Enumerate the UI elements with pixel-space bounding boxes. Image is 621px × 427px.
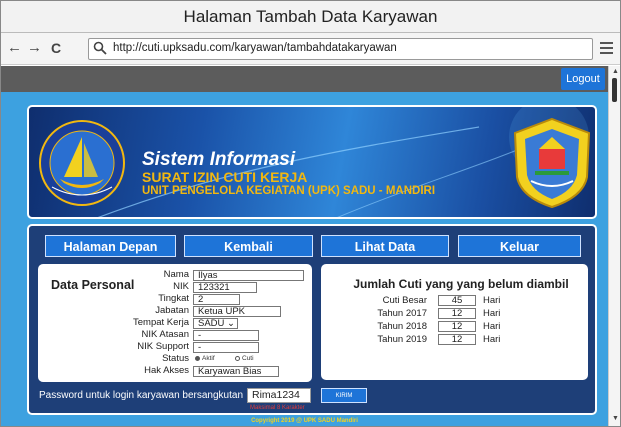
tahun-2019-unit: Hari bbox=[483, 334, 501, 345]
cuti-besar-unit: Hari bbox=[483, 295, 501, 306]
nik-label: NIK bbox=[173, 281, 189, 292]
nik-atasan-label: NIK Atasan bbox=[141, 329, 189, 340]
tahun-2018-label: Tahun 2018 bbox=[377, 321, 427, 332]
tahun-2018-unit: Hari bbox=[483, 321, 501, 332]
browser-toolbar: ← → C http://cuti.upksadu.com/karyawan/t… bbox=[1, 33, 620, 65]
radio-cuti-label: Cuti bbox=[242, 355, 254, 362]
kirim-button[interactable]: KIRIM bbox=[321, 388, 367, 403]
tingkat-field[interactable]: 2 bbox=[193, 294, 240, 305]
personal-data-title: Data Personal bbox=[51, 278, 135, 292]
url-text: http://cuti.upksadu.com/karyawan/tambahd… bbox=[113, 42, 397, 54]
sadu-mandiri-logo-icon bbox=[39, 120, 125, 206]
scroll-up-icon[interactable]: ▲ bbox=[612, 68, 619, 75]
tahun-2019-label: Tahun 2019 bbox=[377, 334, 427, 345]
radio-selected-icon bbox=[195, 355, 200, 361]
status-radio-cuti[interactable]: Cuti bbox=[235, 355, 254, 362]
tempat-kerja-select[interactable]: SADU ⌄ bbox=[193, 318, 238, 329]
hak-akses-field[interactable]: Karyawan Bias bbox=[193, 366, 279, 377]
window-title: Halaman Tambah Data Karyawan bbox=[1, 1, 620, 33]
password-label: Password untuk login karyawan bersangkut… bbox=[39, 390, 244, 401]
nama-label: Nama bbox=[163, 269, 189, 280]
password-field[interactable]: Rima1234 bbox=[247, 388, 311, 403]
footer-copyright: Copyright 2019 @ UPK SADU Mandiri bbox=[251, 418, 358, 424]
logout-button[interactable]: Logout bbox=[561, 68, 605, 90]
tahun-2017-field[interactable]: 12 bbox=[438, 308, 476, 319]
menu-icon[interactable] bbox=[600, 42, 613, 57]
cuti-besar-field[interactable]: 45 bbox=[438, 295, 476, 306]
cuti-besar-label: Cuti Besar bbox=[382, 295, 427, 306]
nama-field[interactable]: Ilyas bbox=[193, 270, 304, 281]
tahun-2017-label: Tahun 2017 bbox=[377, 308, 427, 319]
regency-emblem-icon bbox=[513, 117, 591, 209]
browser-window: Halaman Tambah Data Karyawan ← → C http:… bbox=[0, 0, 621, 427]
tempat-kerja-value: SADU bbox=[198, 318, 225, 329]
banner-subtitle: SURAT IZIN CUTI KERJA bbox=[142, 169, 308, 185]
tempat-kerja-label: Tempat Kerja bbox=[133, 317, 189, 328]
banner-org-name: UNIT PENGELOLA KEGIATAN (UPK) SADU - MAN… bbox=[142, 185, 436, 197]
status-label: Status bbox=[162, 353, 189, 364]
top-header-bar bbox=[1, 66, 608, 92]
jabatan-field[interactable]: Ketua UPK bbox=[193, 306, 281, 317]
search-icon bbox=[93, 41, 107, 55]
tahun-2019-field[interactable]: 12 bbox=[438, 334, 476, 345]
scroll-thumb[interactable] bbox=[612, 78, 617, 102]
nik-support-label: NIK Support bbox=[137, 341, 189, 352]
tab-lihat-data[interactable]: Lihat Data bbox=[321, 235, 449, 257]
tab-keluar[interactable]: Keluar bbox=[458, 235, 581, 257]
scrollbar[interactable]: ▲ ▼ bbox=[608, 66, 620, 426]
tahun-2017-unit: Hari bbox=[483, 308, 501, 319]
scroll-down-icon[interactable]: ▼ bbox=[612, 415, 619, 422]
banner-title: Sistem Informasi bbox=[142, 149, 296, 170]
nik-field[interactable]: 123321 bbox=[193, 282, 257, 293]
tab-kembali[interactable]: Kembali bbox=[184, 235, 313, 257]
tingkat-label: Tingkat bbox=[158, 293, 189, 304]
back-arrow-icon[interactable]: ← bbox=[7, 39, 22, 56]
radio-unselected-icon bbox=[235, 355, 240, 361]
status-radio-aktif[interactable]: Aktif bbox=[195, 355, 215, 362]
chevron-down-icon: ⌄ bbox=[227, 318, 236, 329]
jabatan-label: Jabatan bbox=[155, 305, 189, 316]
tahun-2018-field[interactable]: 12 bbox=[438, 321, 476, 332]
hak-akses-label: Hak Akses bbox=[144, 365, 189, 376]
leave-balance-title: Jumlah Cuti yang yang belum diambil bbox=[353, 277, 569, 291]
password-hint: Maksimal 8 Karakter bbox=[250, 405, 305, 411]
nik-atasan-field[interactable]: - bbox=[193, 330, 259, 341]
nik-support-field[interactable]: - bbox=[193, 342, 259, 353]
address-bar[interactable]: http://cuti.upksadu.com/karyawan/tambahd… bbox=[88, 38, 593, 60]
tab-halaman-depan[interactable]: Halaman Depan bbox=[45, 235, 176, 257]
reload-icon[interactable]: C bbox=[51, 40, 61, 56]
header-banner: Sistem Informasi SURAT IZIN CUTI KERJA U… bbox=[27, 105, 597, 219]
radio-aktif-label: Aktif bbox=[202, 355, 215, 362]
forward-arrow-icon[interactable]: → bbox=[27, 39, 42, 56]
